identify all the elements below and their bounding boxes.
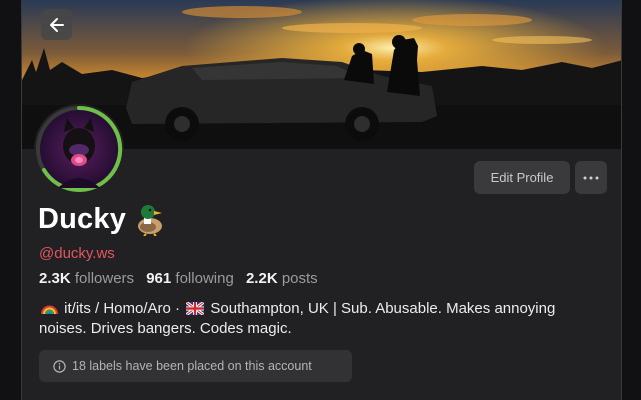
- uk-flag-emoji: [186, 302, 205, 315]
- display-name: Ducky: [38, 203, 127, 235]
- edit-profile-button[interactable]: Edit Profile: [474, 161, 570, 194]
- posts-stat: 2.2K posts: [246, 270, 318, 287]
- info-icon: [53, 359, 66, 373]
- avatar[interactable]: [34, 104, 124, 194]
- display-name-row: Ducky: [38, 203, 166, 236]
- bio-text-pronouns: it/its / Homo/Aro ·: [64, 300, 185, 317]
- posts-count: 2.2K: [245, 270, 278, 287]
- labels-notice-text: 18 labels have been placed on this accou…: [72, 359, 312, 373]
- rainbow-emoji: [41, 305, 58, 315]
- duck-emoji: [138, 204, 163, 236]
- ellipsis-icon: [583, 176, 599, 179]
- posts-label: posts: [281, 270, 318, 287]
- arrow-left-icon: [49, 17, 64, 32]
- followers-label: followers: [74, 270, 135, 287]
- edit-profile-label: Edit Profile: [490, 170, 554, 185]
- account-labels-notice[interactable]: 18 labels have been placed on this accou…: [39, 350, 352, 382]
- page-margin-right: [622, 0, 641, 400]
- profile-stats: 2.3K followers 961 following 2.2K posts: [39, 270, 326, 287]
- following-label: following: [175, 270, 234, 287]
- more-options-button[interactable]: [575, 161, 607, 194]
- profile-bio: it/its / Homo/Aro · Southampton, UK | Su…: [39, 299, 599, 339]
- page-margin-left: [0, 0, 21, 400]
- following-stat[interactable]: 961 following: [146, 270, 234, 287]
- profile-handle: @ducky.ws: [39, 245, 115, 262]
- following-count: 961: [146, 270, 172, 287]
- profile-panel: Edit Profile Ducky @ducky.ws 2.3K follow…: [21, 0, 622, 400]
- back-button[interactable]: [41, 9, 72, 40]
- followers-stat[interactable]: 2.3K followers: [39, 270, 134, 287]
- followers-count: 2.3K: [39, 270, 71, 287]
